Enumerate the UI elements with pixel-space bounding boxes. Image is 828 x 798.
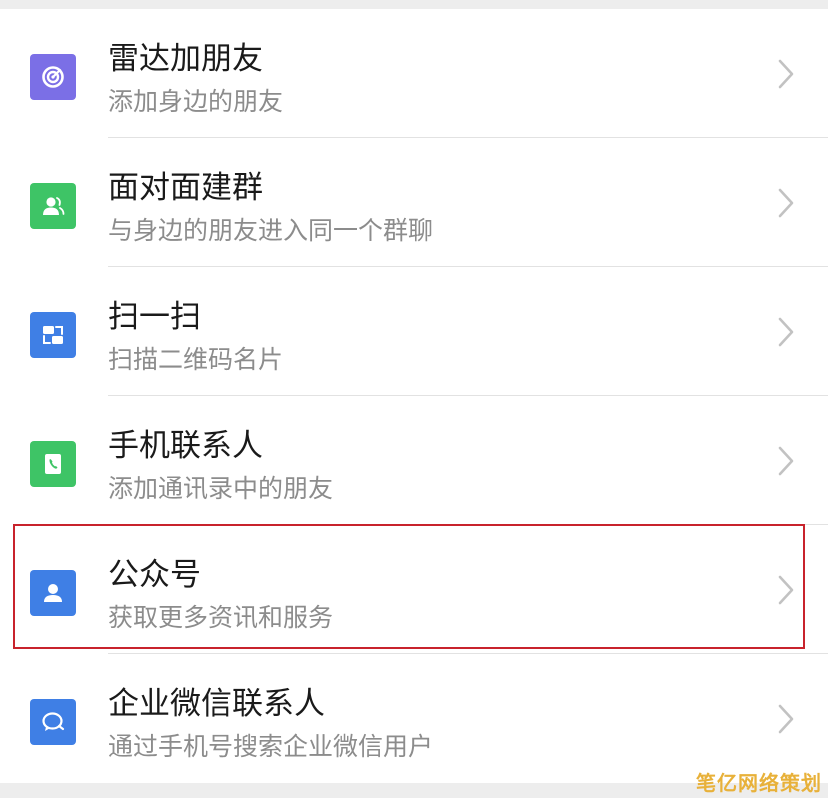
chevron-right-icon bbox=[778, 446, 794, 476]
add-friends-list: 雷达加朋友 添加身边的朋友 面对面建群 与身边的朋友进入同一个群聊 扫一扫 扫描… bbox=[0, 9, 828, 783]
menu-item-subtitle: 扫描二维码名片 bbox=[108, 345, 284, 374]
menu-item-radar[interactable]: 雷达加朋友 添加身边的朋友 bbox=[0, 9, 828, 138]
menu-item-title: 扫一扫 bbox=[108, 299, 201, 335]
menu-item-subtitle: 添加身边的朋友 bbox=[108, 87, 284, 116]
chevron-right-icon bbox=[778, 575, 794, 605]
menu-item-title: 手机联系人 bbox=[108, 428, 263, 464]
official-accounts-icon bbox=[30, 570, 76, 616]
chevron-right-icon bbox=[778, 704, 794, 734]
menu-item-face-to-face-group[interactable]: 面对面建群 与身边的朋友进入同一个群聊 bbox=[0, 138, 828, 267]
radar-icon bbox=[30, 54, 76, 100]
menu-item-title: 雷达加朋友 bbox=[108, 41, 263, 77]
menu-item-scan[interactable]: 扫一扫 扫描二维码名片 bbox=[0, 267, 828, 396]
menu-item-subtitle: 获取更多资讯和服务 bbox=[108, 603, 334, 632]
enterprise-wechat-icon bbox=[30, 699, 76, 745]
menu-item-title: 公众号 bbox=[108, 557, 201, 593]
phone-contacts-icon bbox=[30, 441, 76, 487]
menu-item-official-accounts[interactable]: 公众号 获取更多资讯和服务 bbox=[0, 525, 828, 654]
scan-icon bbox=[30, 312, 76, 358]
chevron-right-icon bbox=[778, 317, 794, 347]
chevron-right-icon bbox=[778, 188, 794, 218]
menu-item-subtitle: 通过手机号搜索企业微信用户 bbox=[108, 732, 434, 761]
menu-item-subtitle: 添加通讯录中的朋友 bbox=[108, 474, 334, 503]
menu-item-subtitle: 与身边的朋友进入同一个群聊 bbox=[108, 216, 434, 245]
face-to-face-group-icon bbox=[30, 183, 76, 229]
watermark: 笔亿网络策划 bbox=[696, 771, 822, 795]
menu-item-title: 企业微信联系人 bbox=[108, 686, 325, 722]
chevron-right-icon bbox=[778, 59, 794, 89]
menu-item-phone-contacts[interactable]: 手机联系人 添加通讯录中的朋友 bbox=[0, 396, 828, 525]
menu-item-enterprise-wechat-contacts[interactable]: 企业微信联系人 通过手机号搜索企业微信用户 bbox=[0, 654, 828, 783]
menu-item-title: 面对面建群 bbox=[108, 170, 263, 206]
